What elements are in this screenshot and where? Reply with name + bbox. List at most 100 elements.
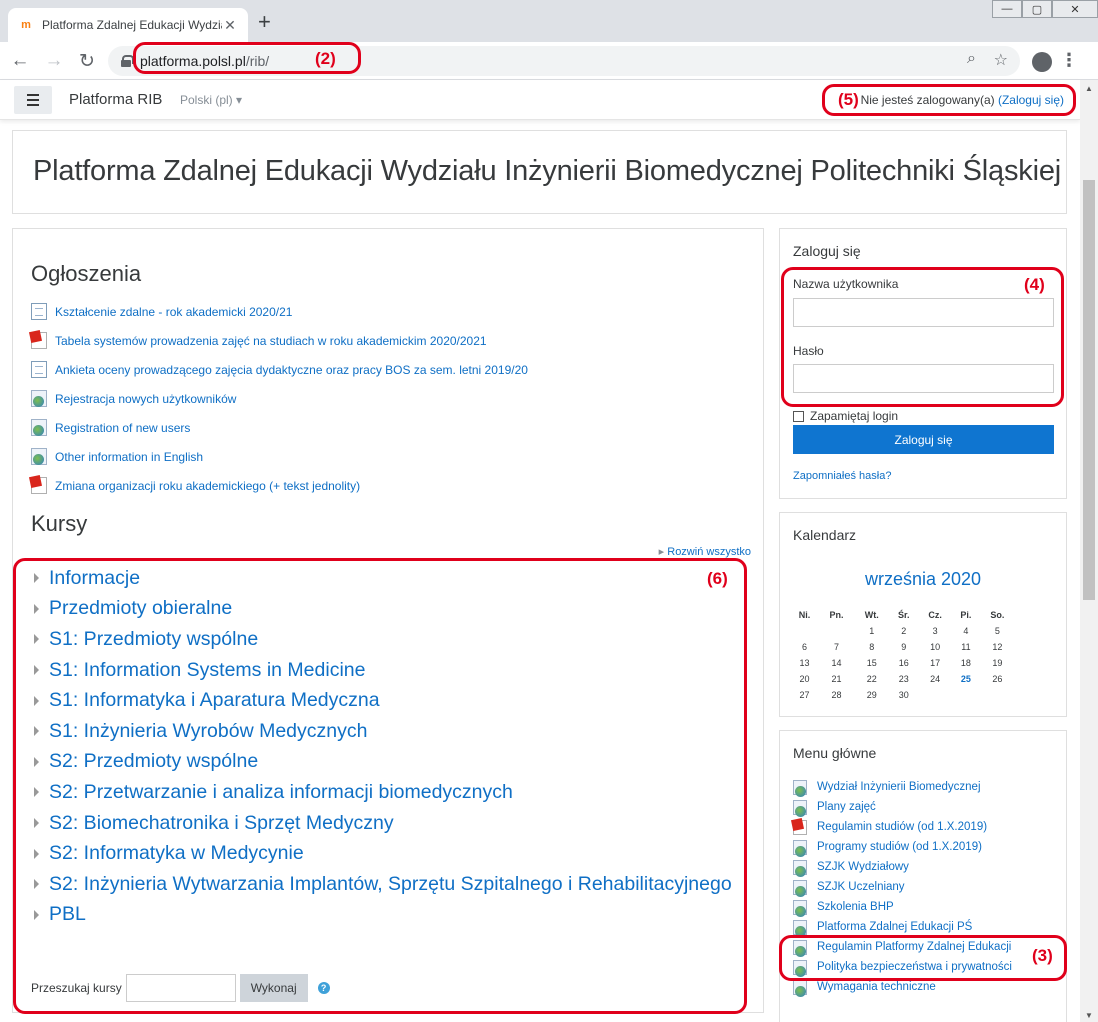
annotation-links-frame — [779, 935, 1067, 981]
annotation-label-5: (5) — [838, 90, 859, 109]
announcement-item[interactable]: Registration of new users — [31, 413, 528, 442]
main-menu-item[interactable]: Wydział Inżynierii Biomedycznej — [793, 777, 1012, 797]
calendar-day[interactable]: 25 — [952, 671, 980, 687]
announcement-link[interactable]: Zmiana organizacji roku akademickiego (+… — [55, 479, 360, 493]
main-menu-link[interactable]: Platforma Zdalnej Edukacji PŚ — [817, 921, 972, 933]
main-menu-item[interactable]: Szkolenia BHP — [793, 897, 1012, 917]
calendar-day[interactable]: 26 — [980, 671, 1015, 687]
calendar-block: Kalendarz września 2020 Ni. Pn. Wt. Śr. Cz. P… — [779, 512, 1067, 717]
main-menu-item[interactable]: Regulamin studiów (od 1.X.2019) — [793, 817, 1012, 837]
main-menu-item[interactable]: Platforma Zdalnej Edukacji PŚ — [793, 917, 1012, 937]
calendar-day[interactable]: 13 — [790, 655, 819, 671]
calendar-day[interactable]: 12 — [980, 639, 1015, 655]
calendar-day[interactable]: 17 — [918, 655, 952, 671]
main-menu-link[interactable]: Programy studiów (od 1.X.2019) — [817, 841, 982, 853]
calendar-day[interactable]: 15 — [854, 655, 889, 671]
calendar-day[interactable]: 6 — [790, 639, 819, 655]
url-icon — [793, 879, 807, 897]
calendar-day[interactable]: 11 — [952, 639, 980, 655]
browser-menu-icon[interactable]: ⋮ — [1060, 50, 1078, 71]
calendar-day[interactable]: 4 — [952, 623, 980, 639]
calendar-day[interactable]: 24 — [918, 671, 952, 687]
main-menu-link[interactable]: SZJK Wydziałowy — [817, 861, 909, 873]
calendar-day[interactable]: 20 — [790, 671, 819, 687]
calendar-day[interactable]: 8 — [854, 639, 889, 655]
calendar-day[interactable]: 19 — [980, 655, 1015, 671]
announcement-item[interactable]: Other information in English — [31, 442, 528, 471]
calendar-week: 20 21 22 23 24 25 26 — [790, 671, 1015, 687]
calendar-day[interactable]: 18 — [952, 655, 980, 671]
scroll-thumb[interactable] — [1083, 180, 1095, 600]
calendar-day[interactable]: 3 — [918, 623, 952, 639]
main-menu-link[interactable]: Plany zajęć — [817, 801, 876, 813]
calendar-day[interactable]: 2 — [889, 623, 918, 639]
remember-login-checkbox[interactable] — [793, 410, 804, 422]
calendar-day[interactable]: 7 — [819, 639, 854, 655]
announcement-link[interactable]: Rejestracja nowych użytkowników — [55, 392, 236, 406]
main-menu-link[interactable]: Regulamin studiów (od 1.X.2019) — [817, 821, 987, 833]
tab-close-icon[interactable]: ✕ — [222, 17, 238, 34]
back-arrow-icon[interactable]: ← — [8, 49, 32, 73]
reload-icon[interactable]: ↻ — [75, 49, 99, 73]
calendar-day — [952, 687, 980, 703]
announcement-link[interactable]: Kształcenie zdalne - rok akademicki 2020… — [55, 305, 292, 319]
main-menu-heading: Menu główne — [793, 745, 877, 761]
calendar-day[interactable]: 30 — [889, 687, 918, 703]
remember-login: Zapamiętaj login — [793, 409, 898, 423]
calendar-heading: Kalendarz — [793, 527, 857, 543]
calendar-day[interactable]: 5 — [980, 623, 1015, 639]
language-selector[interactable]: Polski (pl) ▾ — [180, 93, 242, 107]
announcement-link[interactable]: Ankieta oceny prowadzącego zajęcia dydak… — [55, 363, 528, 377]
scroll-down-icon[interactable]: ▼ — [1085, 1011, 1093, 1020]
calendar-day[interactable]: 9 — [889, 639, 918, 655]
scroll-up-icon[interactable]: ▲ — [1085, 84, 1093, 93]
bookmark-star-icon[interactable]: ☆ — [994, 50, 1008, 70]
calendar-day[interactable]: 1 — [854, 623, 889, 639]
browser-tab[interactable]: m Platforma Zdalnej Edukacji Wydział ✕ — [8, 8, 248, 42]
announcement-link[interactable]: Tabela systemów prowadzenia zajęć na stu… — [55, 334, 487, 348]
profile-avatar-icon[interactable] — [1032, 52, 1052, 72]
main-menu-item[interactable]: SZJK Wydziałowy — [793, 857, 1012, 877]
hamburger-menu-icon[interactable] — [14, 86, 52, 114]
main-menu-link[interactable]: Szkolenia BHP — [817, 901, 894, 913]
login-submit-button[interactable]: Zaloguj się — [793, 425, 1054, 454]
announcements-heading: Ogłoszenia — [31, 261, 142, 286]
calendar-day[interactable]: 27 — [790, 687, 819, 703]
announcement-link[interactable]: Other information in English — [55, 450, 203, 464]
calendar-day[interactable]: 21 — [819, 671, 854, 687]
annotation-label-6: (6) — [707, 569, 728, 588]
main-menu-link[interactable]: Wymagania techniczne — [817, 981, 936, 993]
announcement-item[interactable]: Ankieta oceny prowadzącego zajęcia dydak… — [31, 355, 528, 384]
calendar-month[interactable]: września 2020 — [780, 569, 1066, 590]
zoom-icon[interactable]: ⌕ — [967, 50, 976, 68]
calendar-day[interactable]: 29 — [854, 687, 889, 703]
main-menu-item[interactable]: SZJK Uczelniany — [793, 877, 1012, 897]
site-brand[interactable]: Platforma RIB — [69, 91, 162, 108]
annotation-status-frame — [822, 84, 1076, 116]
calendar-day[interactable]: 23 — [889, 671, 918, 687]
calendar-day[interactable]: 16 — [889, 655, 918, 671]
window-close-button[interactable]: ✕ — [1052, 0, 1098, 18]
url-icon — [793, 859, 807, 877]
expand-all-link[interactable]: Rozwiń wszystko — [659, 545, 751, 558]
main-menu-link[interactable]: Wydział Inżynierii Biomedycznej — [817, 781, 981, 793]
maximize-button[interactable]: ▢ — [1022, 0, 1052, 18]
calendar-day[interactable]: 22 — [854, 671, 889, 687]
announcement-item[interactable]: Kształcenie zdalne - rok akademicki 2020… — [31, 297, 528, 326]
main-menu-item[interactable]: Programy studiów (od 1.X.2019) — [793, 837, 1012, 857]
calendar-day[interactable]: 28 — [819, 687, 854, 703]
announcement-item[interactable]: Rejestracja nowych użytkowników — [31, 384, 528, 413]
main-menu-link[interactable]: SZJK Uczelniany — [817, 881, 905, 893]
new-tab-button[interactable]: + — [258, 11, 271, 33]
forgot-password-link[interactable]: Zapomniałeś hasła? — [793, 470, 891, 482]
calendar-day[interactable]: 14 — [819, 655, 854, 671]
page-scrollbar[interactable]: ▲ ▼ — [1080, 80, 1098, 1022]
forward-arrow-icon[interactable]: → — [42, 49, 66, 73]
announcement-item[interactable]: Tabela systemów prowadzenia zajęć na stu… — [31, 326, 528, 355]
calendar-day[interactable]: 10 — [918, 639, 952, 655]
minimize-button[interactable]: — — [992, 0, 1022, 18]
main-menu-item[interactable]: Plany zajęć — [793, 797, 1012, 817]
announcement-link[interactable]: Registration of new users — [55, 421, 190, 435]
moodle-favicon-icon: m — [21, 19, 31, 31]
announcement-item[interactable]: Zmiana organizacji roku akademickiego (+… — [31, 471, 528, 500]
